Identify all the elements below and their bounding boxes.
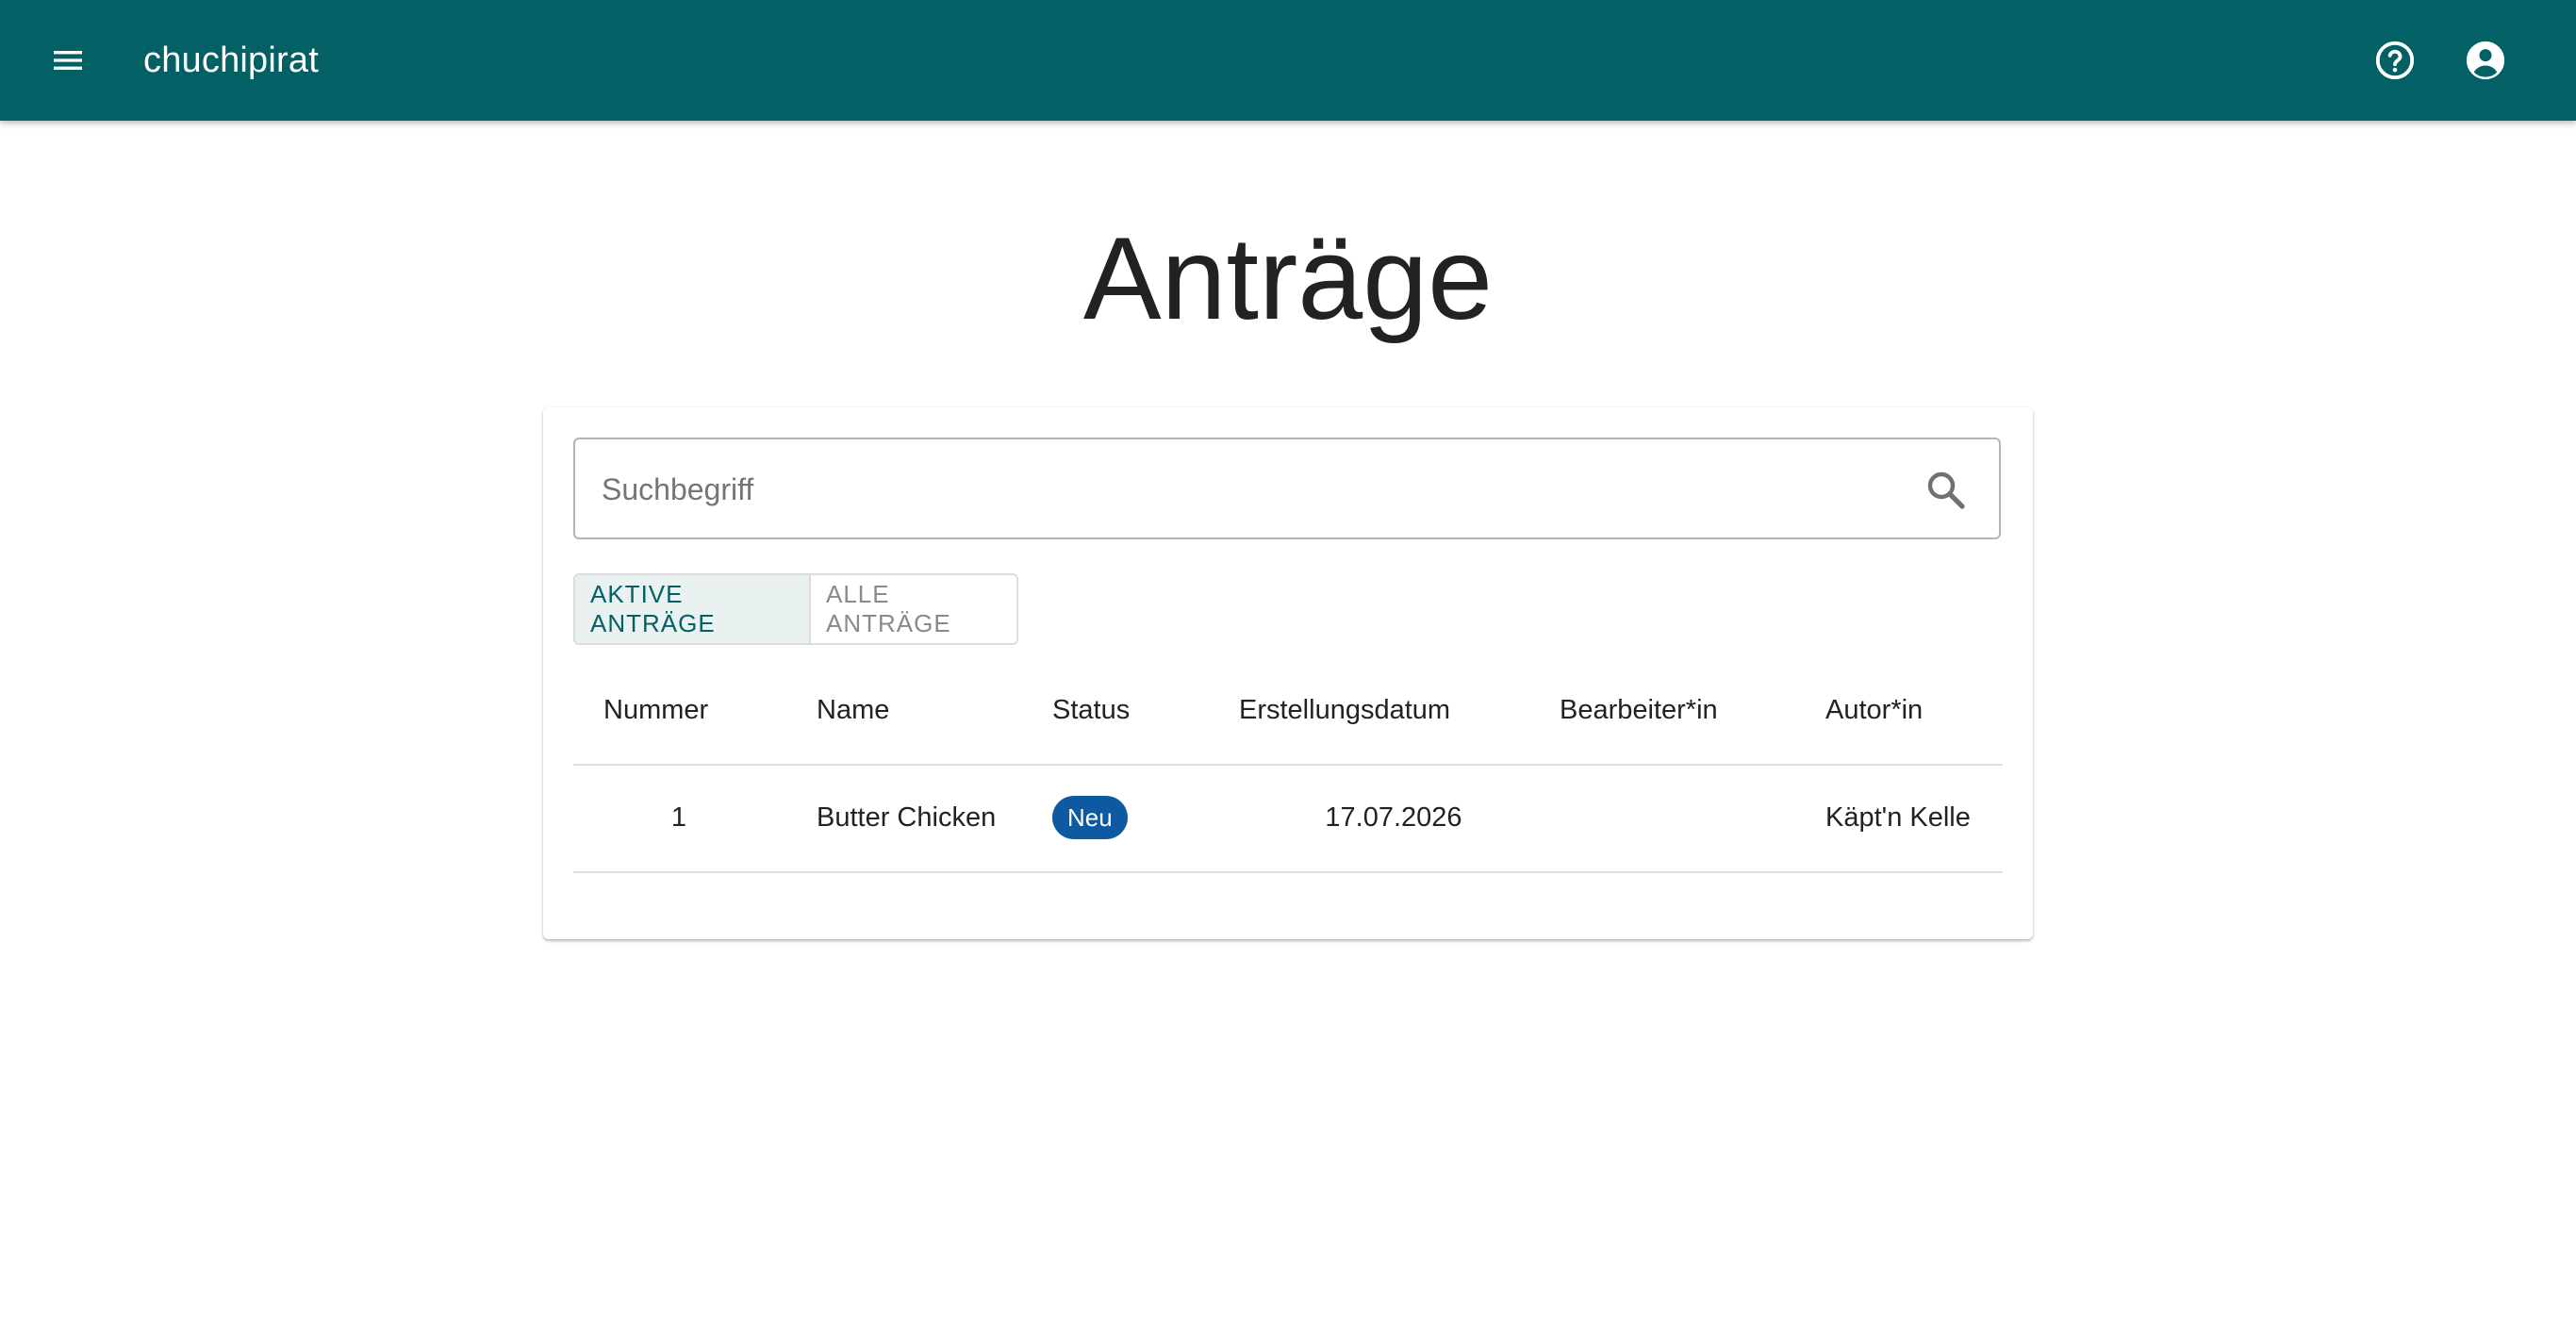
help-button[interactable] [2367, 32, 2423, 89]
filter-toggle-group: AKTIVE ANTRÄGE ALLE ANTRÄGE [573, 573, 1018, 645]
page-title: Anträge [1082, 214, 1494, 344]
column-header-nummer[interactable]: Nummer [603, 656, 708, 764]
requests-card: AKTIVE ANTRÄGE ALLE ANTRÄGE Nummer Name … [543, 407, 2033, 939]
toggle-all-requests[interactable]: ALLE ANTRÄGE [811, 575, 1016, 643]
account-button[interactable] [2457, 32, 2514, 89]
search-icon[interactable] [1924, 468, 1969, 513]
status-badge: Neu [1052, 796, 1128, 839]
help-icon [2375, 41, 2415, 80]
menu-icon [54, 51, 82, 70]
cell-erstellungsdatum: 17.07.2026 [1325, 801, 1462, 833]
cell-status: Neu [1052, 764, 1128, 871]
toggle-active-requests[interactable]: AKTIVE ANTRÄGE [575, 575, 811, 643]
app-title[interactable]: chuchipirat [143, 38, 319, 83]
table-row[interactable]: 1 Butter Chicken Neu 17.07.2026 Käpt'n K… [573, 764, 2003, 873]
column-header-erstellungsdatum[interactable]: Erstellungsdatum [1239, 656, 1450, 764]
search-input[interactable] [600, 458, 1867, 521]
column-header-autor[interactable]: Autor*in [1825, 656, 1923, 764]
account-circle-icon [2466, 41, 2505, 80]
column-header-status[interactable]: Status [1052, 656, 1130, 764]
cell-name: Butter Chicken [817, 801, 997, 833]
menu-button[interactable] [40, 32, 96, 89]
table-header: Nummer Name Status Erstellungsdatum Bear… [573, 656, 2003, 766]
cell-nummer: 1 [670, 801, 687, 833]
cell-autor: Käpt'n Kelle [1825, 801, 1971, 833]
app-bar: chuchipirat [0, 0, 2576, 121]
column-header-name[interactable]: Name [817, 656, 889, 764]
column-header-bearbeiter[interactable]: Bearbeiter*in [1560, 656, 1718, 764]
search-field [573, 438, 2001, 539]
